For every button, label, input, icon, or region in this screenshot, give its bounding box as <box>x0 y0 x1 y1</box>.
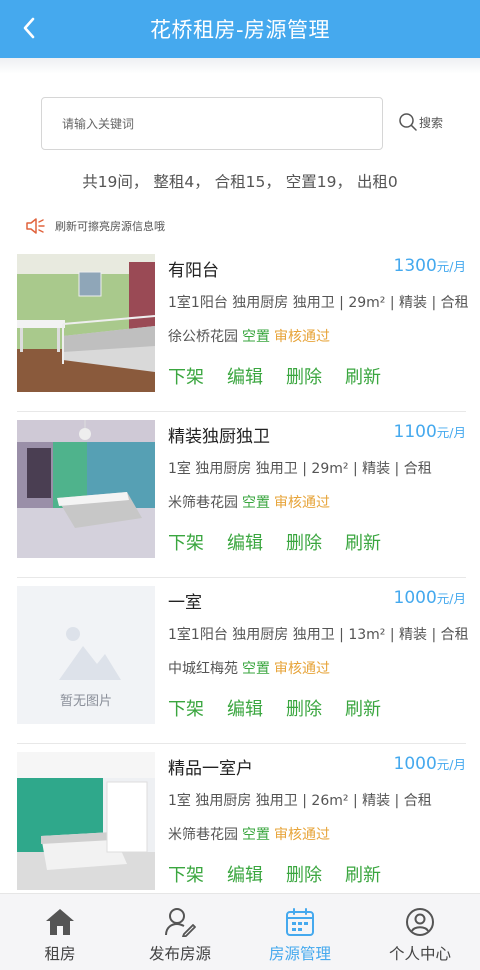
listing-photo[interactable] <box>17 420 155 558</box>
audit-badge: 审核通过 <box>274 495 330 511</box>
refresh-notice-text: 刷新可擦亮房源信息哦 <box>55 220 165 233</box>
tab-profile[interactable]: 个人中心 <box>360 894 480 970</box>
vacancy-badge: 空置 <box>242 661 270 677</box>
listing-price: 1300元/月 <box>393 256 466 276</box>
refresh-button[interactable]: 刷新 <box>345 529 381 555</box>
listing-location: 徐公桥花园 空置 审核通过 <box>168 329 330 345</box>
delist-button[interactable]: 下架 <box>168 363 204 389</box>
listing-card[interactable]: 精品一室户 1000元/月 1室 独用厨房 独用卫 | 26m² | 精装 | … <box>0 744 480 910</box>
delist-button[interactable]: 下架 <box>168 695 204 721</box>
delete-button[interactable]: 删除 <box>286 695 322 721</box>
tab-profile-label: 个人中心 <box>388 945 451 963</box>
page-title: 花桥租房-房源管理 <box>149 18 331 42</box>
search-field[interactable] <box>41 97 383 150</box>
listing-details: 1室1阳台 独用厨房 独用卫 | 13m² | 精装 | 合租 <box>168 627 468 643</box>
listing-photo[interactable] <box>17 752 155 890</box>
listing-actions: 下架 编辑 删除 刷新 <box>168 861 404 887</box>
app-header: 花桥租房-房源管理 <box>0 0 480 58</box>
listing-price: 1000元/月 <box>393 754 466 774</box>
bottom-tab-bar: 租房 发布房源 房源管理 个人中心 <box>0 893 480 970</box>
vacancy-badge: 空置 <box>242 827 270 843</box>
tab-listing-manage-label: 房源管理 <box>268 945 331 963</box>
delete-button[interactable]: 删除 <box>286 861 322 887</box>
listing-actions: 下架 编辑 删除 刷新 <box>168 529 404 555</box>
publish-user-icon <box>165 908 196 937</box>
tab-rent-label: 租房 <box>44 945 76 963</box>
tab-publish-label: 发布房源 <box>148 945 211 963</box>
speaker-icon <box>26 218 45 234</box>
listing-details: 1室 独用厨房 独用卫 | 26m² | 精装 | 合租 <box>168 793 432 809</box>
listing-location: 米筛巷花园 空置 审核通过 <box>168 827 330 843</box>
tab-listing-manage[interactable]: 房源管理 <box>240 894 360 970</box>
listing-details: 1室1阳台 独用厨房 独用卫 | 29m² | 精装 | 合租 <box>168 295 468 311</box>
audit-badge: 审核通过 <box>274 661 330 677</box>
listing-title: 精品一室户 <box>168 759 253 779</box>
calendar-icon <box>286 908 314 936</box>
listing-actions: 下架 编辑 删除 刷新 <box>168 363 404 389</box>
audit-badge: 审核通过 <box>274 329 330 345</box>
listing-card[interactable]: 精装独厨独卫 1100元/月 1室 独用厨房 独用卫 | 29m² | 精装 |… <box>0 412 480 578</box>
no-image-placeholder[interactable]: 暂无图片 <box>17 586 155 724</box>
listing-details: 1室 独用厨房 独用卫 | 29m² | 精装 | 合租 <box>168 461 432 477</box>
listing-location: 中城红梅苑 空置 审核通过 <box>168 661 330 677</box>
delete-button[interactable]: 删除 <box>286 529 322 555</box>
delete-button[interactable]: 删除 <box>286 363 322 389</box>
listing-location: 米筛巷花园 空置 审核通过 <box>168 495 330 511</box>
edit-button[interactable]: 编辑 <box>227 861 263 887</box>
audit-badge: 审核通过 <box>274 827 330 843</box>
delist-button[interactable]: 下架 <box>168 861 204 887</box>
refresh-button[interactable]: 刷新 <box>345 861 381 887</box>
back-button[interactable] <box>14 13 44 43</box>
refresh-button[interactable]: 刷新 <box>345 695 381 721</box>
home-icon <box>46 909 74 935</box>
edit-button[interactable]: 编辑 <box>227 695 263 721</box>
listing-card[interactable]: 有阳台 1300元/月 1室1阳台 独用厨房 独用卫 | 29m² | 精装 |… <box>0 246 480 412</box>
listing-title: 有阳台 <box>168 261 219 281</box>
search-button[interactable]: 搜索 <box>398 112 443 132</box>
delist-button[interactable]: 下架 <box>168 529 204 555</box>
vacancy-badge: 空置 <box>242 329 270 345</box>
listing-price: 1000元/月 <box>393 588 466 608</box>
edit-button[interactable]: 编辑 <box>227 363 263 389</box>
refresh-notice: 刷新可擦亮房源信息哦 <box>25 217 165 235</box>
chevron-left-icon <box>23 17 35 39</box>
profile-icon <box>406 908 434 936</box>
listing-card[interactable]: 暂无图片 一室 1000元/月 1室1阳台 独用厨房 独用卫 | 13m² | … <box>0 578 480 744</box>
refresh-button[interactable]: 刷新 <box>345 363 381 389</box>
listing-actions: 下架 编辑 删除 刷新 <box>168 695 404 721</box>
tab-publish[interactable]: 发布房源 <box>120 894 240 970</box>
search-input[interactable] <box>42 98 382 149</box>
edit-button[interactable]: 编辑 <box>227 529 263 555</box>
listing-photo[interactable] <box>17 254 155 392</box>
tab-rent[interactable]: 租房 <box>0 894 120 970</box>
header-shadow <box>0 58 480 74</box>
listing-title: 精装独厨独卫 <box>168 427 270 447</box>
no-image-text: 暂无图片 <box>59 694 112 709</box>
listing-title: 一室 <box>168 593 202 613</box>
search-icon <box>399 113 417 131</box>
listing-price: 1100元/月 <box>393 422 466 442</box>
vacancy-badge: 空置 <box>242 495 270 511</box>
search-button-label: 搜索 <box>419 115 444 130</box>
listing-stats: 共19间， 整租4， 合租15， 空置19， 出租0 <box>82 173 398 191</box>
